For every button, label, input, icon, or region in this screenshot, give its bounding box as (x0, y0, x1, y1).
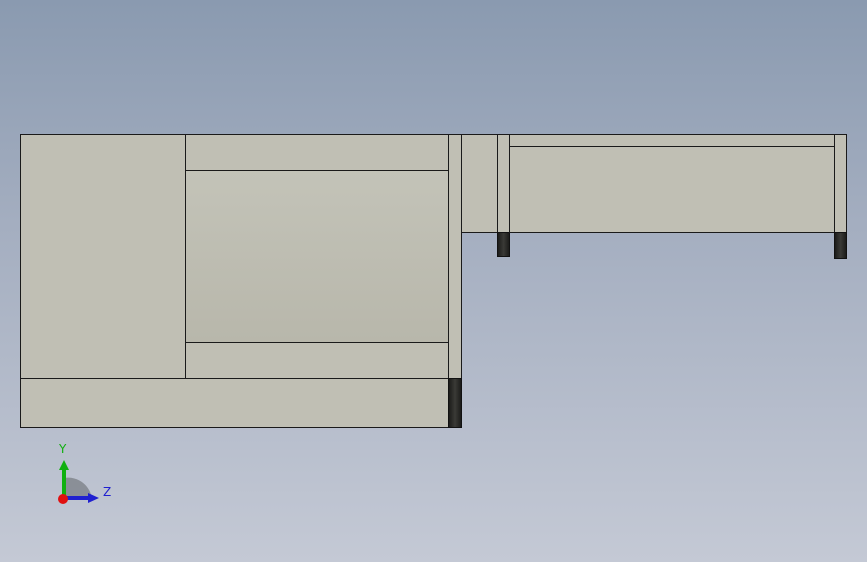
y-arrow-icon (59, 460, 69, 470)
x-axis-dot-icon (58, 494, 68, 504)
table-right-foot[interactable] (834, 232, 847, 259)
lower-rail-panel[interactable] (185, 342, 449, 379)
table-left-foot[interactable] (497, 232, 510, 257)
z-arrow-icon (88, 493, 99, 503)
center-door-panel[interactable] (185, 170, 449, 343)
right-post-foot[interactable] (448, 378, 462, 428)
table-apron-panel[interactable] (509, 146, 835, 233)
top-rail-panel[interactable] (185, 134, 449, 171)
base-panel[interactable] (20, 378, 449, 428)
left-side-panel[interactable] (20, 134, 186, 379)
orientation-triad: Y Z (50, 440, 120, 510)
table-right-leg[interactable] (834, 134, 847, 233)
right-post[interactable] (448, 134, 462, 379)
connector-panel[interactable] (461, 134, 498, 233)
z-axis-label: Z (103, 485, 112, 499)
cad-viewport[interactable]: Y Z (0, 0, 867, 562)
y-axis-label: Y (59, 442, 67, 456)
